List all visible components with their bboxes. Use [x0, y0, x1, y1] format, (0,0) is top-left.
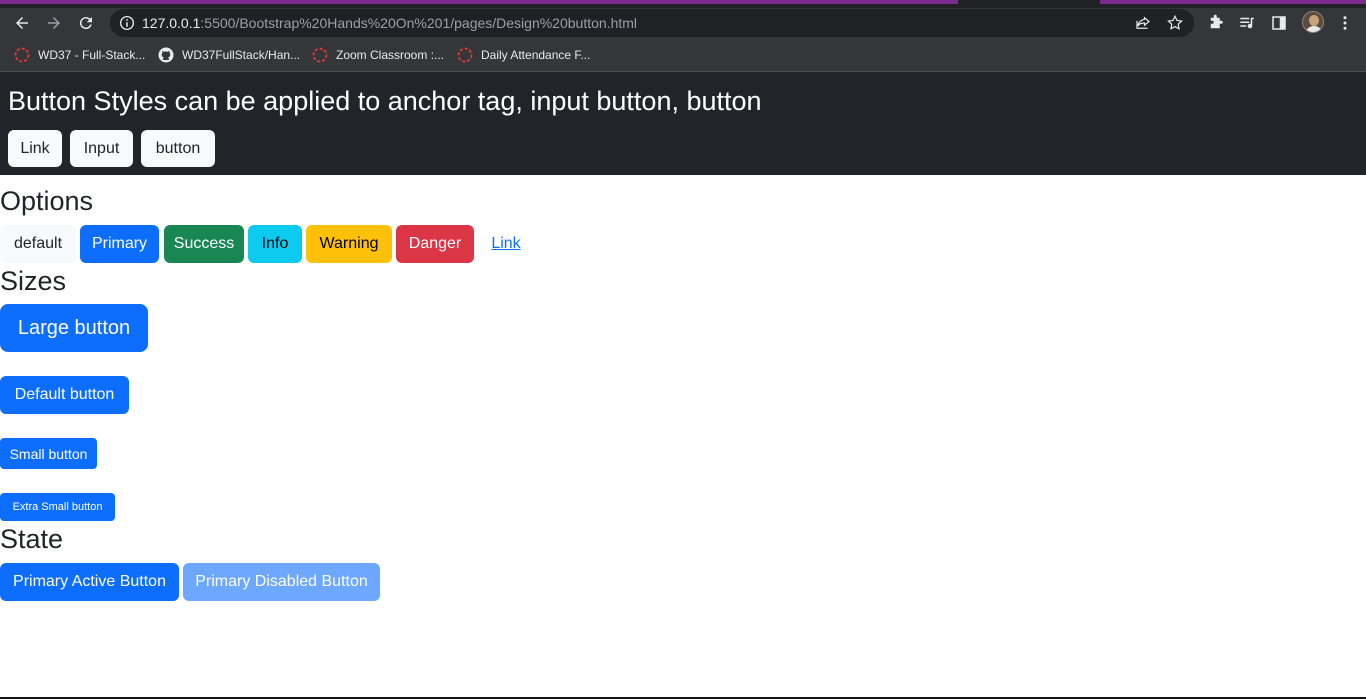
options-heading: Options [0, 186, 94, 216]
loading-circle-icon [312, 47, 328, 63]
reload-icon [79, 17, 92, 30]
state-heading: State [0, 524, 64, 554]
extra-small-button[interactable]: Extra Small button [0, 493, 115, 521]
success-button[interactable]: Success [164, 225, 244, 263]
arrow-left-icon [16, 17, 28, 29]
page-title: Button Styles can be applied to anchor t… [8, 86, 762, 116]
danger-button[interactable]: Danger [396, 225, 474, 263]
media-queue-icon[interactable] [1238, 14, 1256, 32]
github-icon [158, 47, 174, 63]
info-button[interactable]: Info [248, 225, 302, 263]
star-icon[interactable] [1166, 14, 1184, 32]
side-panel-icon[interactable] [1270, 14, 1288, 32]
avatar-face [1309, 15, 1319, 26]
primary-button[interactable]: Primary [80, 225, 159, 263]
input-button[interactable]: Input [70, 130, 133, 167]
bookmark-label: Daily Attendance F... [481, 48, 591, 62]
avatar-shoulders [1305, 26, 1323, 32]
back-button[interactable] [10, 11, 34, 35]
profile-avatar[interactable] [1302, 11, 1324, 33]
bookmark-item[interactable]: WD37FullStack/Han... [158, 46, 300, 64]
bookmark-item[interactable]: Daily Attendance F... [457, 46, 590, 64]
loading-circle-icon [457, 47, 473, 63]
hero-banner: Button Styles can be applied to anchor t… [0, 72, 1366, 175]
share-icon[interactable] [1134, 14, 1152, 32]
default-button[interactable]: default [0, 225, 76, 263]
tab-strip [0, 0, 1366, 8]
bookmark-item[interactable]: WD37 - Full-Stack... [14, 46, 145, 64]
url-text[interactable]: 127.0.0.1:5500/Bootstrap%20Hands%20On%20… [142, 15, 637, 31]
forward-button[interactable] [42, 11, 66, 35]
sizes-heading: Sizes [0, 266, 67, 296]
large-button[interactable]: Large button [0, 304, 148, 352]
browser-toolbar: 127.0.0.1:5500/Bootstrap%20Hands%20On%20… [0, 8, 1366, 38]
bookmark-label: WD37 - Full-Stack... [38, 48, 146, 62]
tab-indicator[interactable] [1100, 0, 1366, 4]
reload-button[interactable] [74, 11, 98, 35]
bookmark-item[interactable]: Zoom Classroom :... [312, 46, 444, 64]
puzzle-extensions-icon[interactable] [1207, 14, 1225, 32]
anchor-link-button[interactable]: Link [8, 130, 62, 167]
url-host: 127.0.0.1 [142, 15, 201, 31]
bookmarks-bar: WD37 - Full-Stack... WD37FullStack/Han..… [0, 38, 1366, 72]
bookmark-label: Zoom Classroom :... [336, 48, 445, 62]
button-element[interactable]: button [141, 130, 215, 167]
primary-disabled-button: Primary Disabled Button [183, 563, 380, 601]
small-button[interactable]: Small button [0, 438, 97, 469]
arrow-right-icon [48, 17, 60, 29]
info-icon[interactable] [118, 14, 136, 32]
warning-button[interactable]: Warning [306, 225, 392, 263]
tab-indicator[interactable] [0, 0, 958, 4]
url-path: :5500/Bootstrap%20Hands%20On%201/pages/D… [200, 15, 638, 31]
link-button[interactable]: Link [478, 225, 534, 263]
primary-active-button[interactable]: Primary Active Button [0, 563, 179, 601]
kebab-menu-icon[interactable] [1336, 14, 1354, 32]
loading-circle-icon [14, 47, 30, 63]
bookmark-label: WD37FullStack/Han... [182, 48, 301, 62]
address-bar[interactable]: 127.0.0.1:5500/Bootstrap%20Hands%20On%20… [110, 9, 1194, 37]
page-content: Button Styles can be applied to anchor t… [0, 72, 1366, 699]
default-size-button[interactable]: Default button [0, 376, 129, 414]
